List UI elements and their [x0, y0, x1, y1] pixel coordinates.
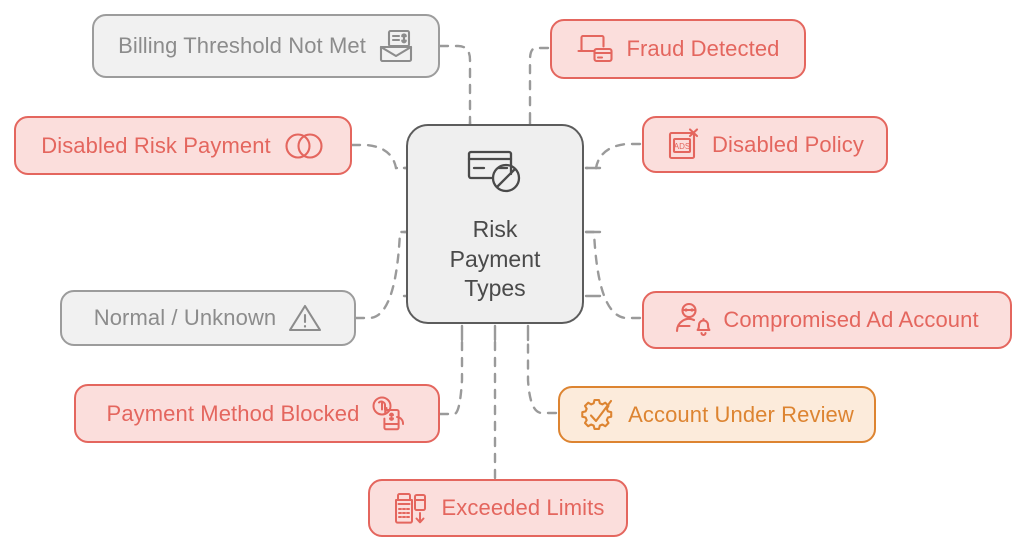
credit-card-blocked-icon: [465, 144, 525, 201]
invoice-envelope-icon: [378, 29, 414, 63]
node-label-compromised-ad-account: Compromised Ad Account: [723, 307, 979, 332]
node-account-under-review[interactable]: Account Under Review: [558, 386, 876, 443]
node-label-billing-threshold-not-met: Billing Threshold Not Met: [118, 33, 366, 58]
node-label-payment-method-blocked: Payment Method Blocked: [106, 400, 360, 426]
node-billing-threshold-not-met[interactable]: Billing Threshold Not Met: [92, 14, 440, 78]
hub-node-risk-payment-types[interactable]: Risk Payment Types: [406, 124, 584, 324]
laptop-card-fraud-icon: [576, 32, 614, 66]
node-normal-unknown[interactable]: Normal / Unknown: [60, 290, 356, 346]
hub-title-line-2: Payment: [449, 245, 541, 272]
overlapping-circles-icon: [283, 131, 325, 161]
pos-terminal-down-icon: [392, 490, 430, 526]
node-exceeded-limits[interactable]: Exceeded Limits: [368, 479, 628, 537]
ads-disabled-icon: ADS: [666, 127, 700, 162]
gear-check-icon: [580, 397, 616, 433]
node-label-disabled-policy: Disabled Policy: [712, 131, 864, 157]
node-disabled-policy[interactable]: ADS Disabled Policy: [642, 116, 888, 173]
node-label-disabled-risk-payment: Disabled Risk Payment: [41, 132, 271, 158]
node-fraud-detected[interactable]: Fraud Detected: [550, 19, 806, 79]
hub-title-line-3: Types: [464, 275, 526, 302]
node-label-exceeded-limits: Exceeded Limits: [441, 495, 605, 520]
fingerprint-phone-pay-icon: [371, 396, 407, 432]
node-label-fraud-detected: Fraud Detected: [626, 36, 780, 61]
warning-triangle-icon: [288, 302, 322, 334]
diagram-canvas: Risk Payment Types Billing Threshold Not…: [0, 0, 1024, 557]
node-compromised-ad-account[interactable]: Compromised Ad Account: [642, 291, 1012, 349]
node-label-account-under-review: Account Under Review: [628, 401, 854, 427]
hub-title: Risk Payment Types: [450, 215, 541, 303]
node-label-normal-unknown: Normal / Unknown: [93, 305, 277, 330]
node-payment-method-blocked[interactable]: Payment Method Blocked: [74, 384, 440, 443]
hacker-alert-icon: [675, 302, 711, 338]
svg-text:ADS: ADS: [674, 142, 690, 151]
hub-title-line-1: Risk: [472, 216, 518, 243]
node-disabled-risk-payment[interactable]: Disabled Risk Payment: [14, 116, 352, 175]
